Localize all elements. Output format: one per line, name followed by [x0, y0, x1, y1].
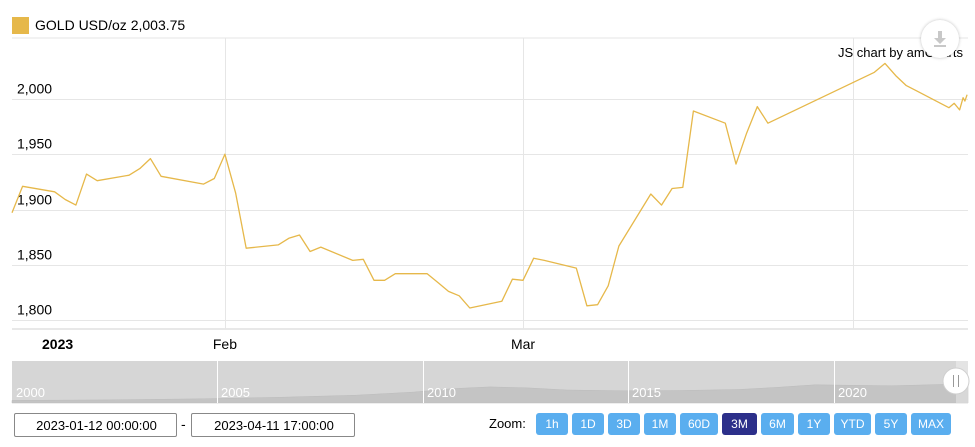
navigator-year-label: 2005 — [221, 385, 250, 400]
zoom-button-3m[interactable]: 3M — [722, 413, 757, 435]
date-from-input[interactable] — [14, 413, 177, 437]
navigator-left-grip[interactable] — [942, 367, 970, 395]
x-tick-label: 2023 — [42, 336, 73, 352]
chart-container: 1,800 1,850 1,900 1,950 2,000 2023 Feb Mar 200… — [0, 0, 975, 447]
price-series-line — [11, 62, 968, 309]
chart-svg: 1,800 1,850 1,900 1,950 2,000 2023 Feb Mar 200… — [11, 37, 970, 404]
navigator[interactable]: 2000 2005 2010 2015 2020 — [11, 361, 970, 404]
navigator-year-label: 2010 — [427, 385, 456, 400]
y-axis: 1,800 1,850 1,900 1,950 2,000 — [17, 81, 52, 318]
zoom-button-60d[interactable]: 60D — [680, 413, 718, 435]
zoom-button-1d[interactable]: 1D — [572, 413, 604, 435]
zoom-button-group: 1h 1D 3D 1M 60D 3M 6M 1Y YTD 5Y MAX — [536, 413, 951, 435]
zoom-button-ytd[interactable]: YTD — [834, 413, 871, 435]
y-tick-label: 1,800 — [17, 302, 52, 318]
y-tick-label: 2,000 — [17, 81, 52, 97]
export-button[interactable] — [921, 20, 959, 58]
x-tick-label: Mar — [511, 336, 535, 352]
zoom-button-6m[interactable]: 6M — [761, 413, 794, 435]
y-tick-label: 1,900 — [17, 192, 52, 208]
y-tick-label: 1,950 — [17, 136, 52, 152]
zoom-button-1y[interactable]: 1Y — [798, 413, 830, 435]
zoom-button-1m[interactable]: 1M — [644, 413, 676, 435]
legend-label: GOLD USD/oz 2,003.75 — [35, 17, 186, 33]
navigator-year-label: 2015 — [632, 385, 661, 400]
legend[interactable]: GOLD USD/oz 2,003.75 — [12, 15, 185, 35]
grid — [12, 37, 968, 330]
navigator-year-label: 2000 — [16, 385, 45, 400]
legend-swatch — [12, 16, 29, 34]
zoom-button-5y[interactable]: 5Y — [875, 413, 907, 435]
plot-area — [11, 62, 968, 309]
download-arrow-icon — [934, 31, 946, 47]
date-to-input[interactable] — [191, 413, 355, 437]
x-tick-label: Feb — [213, 336, 237, 352]
zoom-button-max[interactable]: MAX — [911, 413, 951, 435]
navigator-year-label: 2020 — [838, 385, 867, 400]
y-tick-label: 1,850 — [17, 247, 52, 263]
x-axis: 2023 Feb Mar — [42, 336, 535, 352]
zoom-button-1h[interactable]: 1h — [536, 413, 568, 435]
zoom-label: Zoom: — [489, 416, 526, 431]
date-separator: - — [181, 416, 186, 432]
zoom-button-3d[interactable]: 3D — [608, 413, 640, 435]
